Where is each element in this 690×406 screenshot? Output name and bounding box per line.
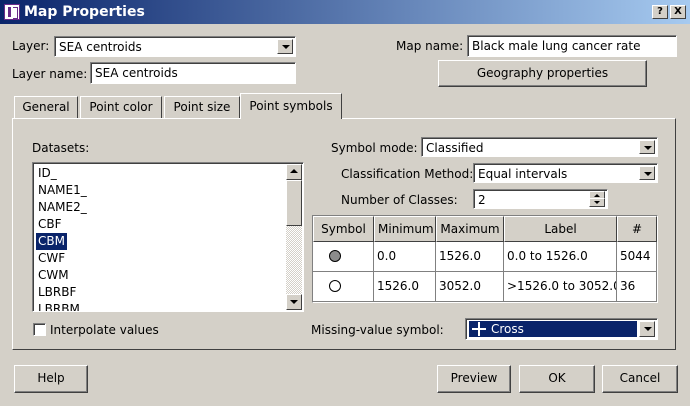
scroll-thumb[interactable] (286, 180, 302, 226)
tab-point-symbols[interactable]: Point symbols (240, 93, 342, 119)
symbol-mode-label: Symbol mode: (331, 141, 418, 155)
hollow-circle-icon (329, 280, 341, 292)
column-header-maximum[interactable]: Maximum (436, 216, 504, 242)
classification-method-label: Classification Method: (341, 167, 474, 181)
preview-button[interactable]: Preview (437, 365, 511, 393)
datasets-scrollbar[interactable] (286, 164, 302, 310)
chevron-down-icon[interactable] (639, 140, 655, 154)
close-titlebar-button[interactable]: X (670, 5, 686, 19)
missing-value-selection: Cross (469, 321, 637, 337)
table-cell[interactable]: >1526.0 to 3052.0 (504, 272, 617, 302)
table-cell-symbol[interactable] (313, 242, 374, 272)
chevron-down-icon[interactable] (277, 39, 293, 54)
ok-button[interactable]: OK (519, 365, 595, 393)
column-header-count[interactable]: # (617, 216, 657, 242)
interpolate-label: Interpolate values (50, 323, 159, 337)
list-item[interactable]: CWM (36, 267, 71, 284)
list-item[interactable]: CWF (36, 250, 67, 267)
table-cell[interactable]: 0.0 to 1526.0 (504, 242, 617, 272)
column-header-minimum[interactable]: Minimum (374, 216, 436, 242)
layer-label: Layer: (12, 39, 50, 53)
list-item[interactable]: CBF (36, 216, 64, 233)
list-item-selected[interactable]: CBM (36, 233, 67, 250)
cross-icon (471, 321, 487, 337)
table-cell: 36 (617, 272, 657, 302)
map-name-input[interactable]: Black male lung cancer rate (467, 35, 677, 57)
list-item[interactable]: LBRBM (36, 301, 82, 311)
layer-combo[interactable]: SEA centroids (54, 36, 296, 57)
spin-down-icon[interactable] (589, 198, 605, 207)
list-item[interactable]: NAME1_ (36, 182, 89, 199)
app-icon (4, 4, 20, 20)
datasets-listbox[interactable]: ID_ NAME1_ NAME2_ CBF CBM CWF CWM LBRBF … (32, 162, 304, 312)
tab-point-color[interactable]: Point color (80, 96, 162, 118)
scroll-up-icon[interactable] (286, 164, 302, 180)
chevron-down-icon[interactable] (639, 166, 655, 180)
layer-name-input[interactable]: SEA centroids (90, 62, 296, 84)
list-item[interactable]: ID_ (36, 165, 59, 182)
table-cell[interactable]: 3052.0 (436, 272, 504, 302)
number-of-classes-label: Number of Classes: (341, 193, 458, 207)
cancel-button[interactable]: Cancel (602, 365, 678, 393)
column-header-label[interactable]: Label (504, 216, 617, 242)
number-of-classes-value: 2 (478, 193, 486, 207)
tab-general[interactable]: General (14, 96, 78, 118)
symbol-mode-combo[interactable]: Classified (421, 137, 658, 157)
filled-circle-icon (329, 250, 341, 262)
list-item[interactable]: LBRBF (36, 284, 78, 301)
help-titlebar-button[interactable]: ? (652, 5, 668, 19)
chevron-down-icon[interactable] (639, 321, 655, 337)
list-item[interactable]: NAME2_ (36, 199, 89, 216)
geography-properties-button[interactable]: Geography properties (438, 60, 647, 87)
datasets-label: Datasets: (32, 141, 90, 155)
map-name-label: Map name: (396, 39, 464, 53)
title-bar: Map Properties (0, 0, 690, 24)
help-button[interactable]: Help (14, 365, 88, 393)
window-title: Map Properties (24, 4, 145, 20)
classification-method-value: Equal intervals (478, 167, 568, 181)
layer-name-label: Layer name: (12, 67, 88, 81)
table-cell[interactable]: 1526.0 (374, 272, 436, 302)
scroll-down-icon[interactable] (286, 294, 302, 310)
layer-combo-value: SEA centroids (59, 40, 142, 54)
classes-table[interactable]: Symbol Minimum Maximum Label # 0.0 1526.… (312, 215, 658, 303)
table-cell[interactable]: 1526.0 (436, 242, 504, 272)
missing-value-value: Cross (491, 322, 524, 336)
classification-method-combo[interactable]: Equal intervals (473, 163, 658, 183)
tab-point-size[interactable]: Point size (164, 96, 240, 118)
missing-value-combo[interactable]: Cross (465, 318, 658, 340)
table-cell[interactable]: 0.0 (374, 242, 436, 272)
interpolate-checkbox[interactable] (33, 323, 46, 336)
column-header-symbol[interactable]: Symbol (313, 216, 374, 242)
table-cell: 5044 (617, 242, 657, 272)
table-cell-symbol[interactable] (313, 272, 374, 302)
number-of-classes-spinner[interactable]: 2 (473, 189, 608, 209)
symbol-mode-value: Classified (426, 141, 484, 155)
missing-value-label: Missing-value symbol: (311, 323, 444, 337)
